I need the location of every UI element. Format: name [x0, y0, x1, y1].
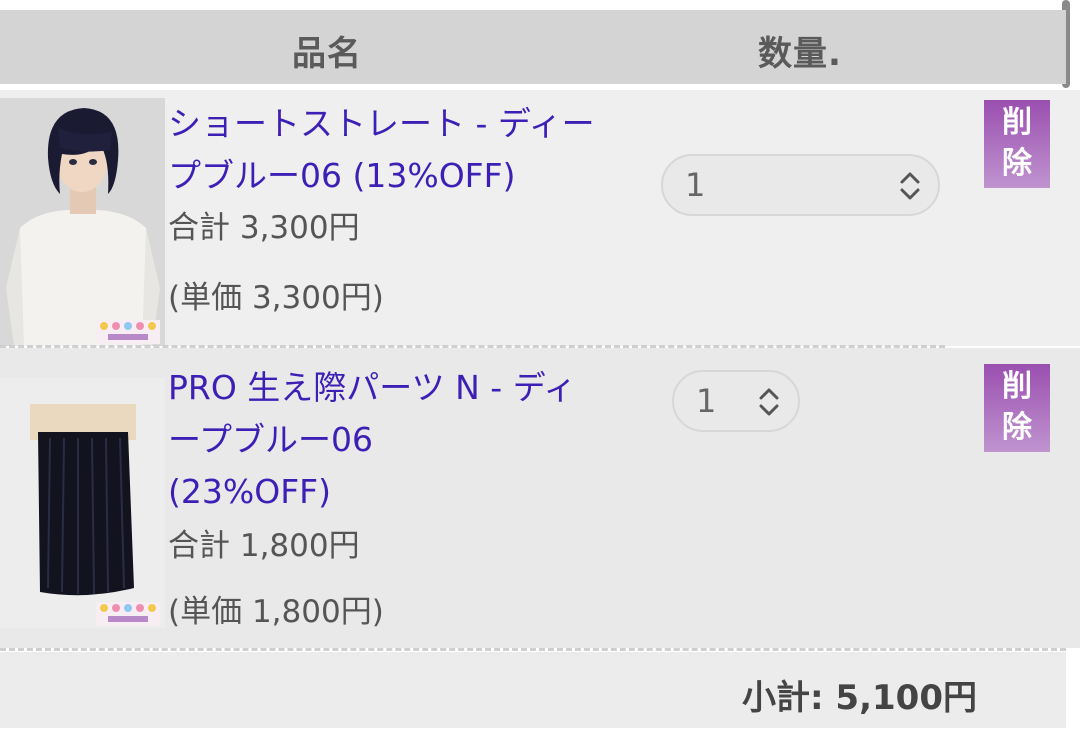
quantity-value: 1 [696, 382, 717, 420]
product-title-line: ショートストレート - ディー [168, 104, 595, 143]
header-product-name: 品名 [292, 34, 362, 74]
mannequin-wig-image [0, 98, 165, 346]
up-down-chevron-icon [897, 170, 923, 202]
up-down-chevron-icon [756, 386, 782, 418]
cart-page: 品名 数量. ショートストレート - ディー プブルー06 (13%OFF) 合… [0, 0, 1080, 740]
quantity-select[interactable]: 1 [661, 154, 940, 216]
product-title-line: PRO 生え際パーツ N - ディ [168, 368, 577, 407]
product-image-hairline-part[interactable] [0, 378, 165, 628]
product-image-short-wig[interactable] [0, 98, 165, 346]
item-total: 合計 1,800円 [168, 528, 360, 564]
quantity-value: 1 [685, 166, 706, 204]
item-total: 合計 3,300円 [168, 210, 360, 246]
product-title-link[interactable]: ショートストレート - ディー プブルー06 (13%OFF) [168, 98, 638, 202]
delete-label-char: 削 [1002, 369, 1032, 404]
product-title-line: ープブルー06 [168, 420, 374, 459]
delete-label-char: 除 [1002, 410, 1032, 445]
cart-item-row: ショートストレート - ディー プブルー06 (13%OFF) 合計 3,300… [0, 90, 1080, 346]
product-title-line: (23%OFF) [168, 472, 332, 511]
hair-piece-image [0, 378, 165, 628]
product-title-link[interactable]: PRO 生え際パーツ N - ディ ープブルー06 (23%OFF) [168, 362, 638, 518]
item-unit-price: (単価 3,300円) [168, 280, 384, 316]
product-title-line: プブルー06 (13%OFF) [168, 156, 516, 195]
subtotal-bar: 小計: 5,100円 [0, 652, 1066, 728]
row-divider [0, 648, 1066, 651]
cart-item-row: PRO 生え際パーツ N - ディ ープブルー06 (23%OFF) 合計 1,… [0, 348, 1080, 648]
header-quantity: 数量. [758, 34, 842, 74]
cart-table-header: 品名 数量. [0, 10, 1066, 84]
delete-label-char: 削 [1002, 105, 1032, 140]
delete-button[interactable]: 削 除 [984, 100, 1050, 188]
delete-label-char: 除 [1002, 146, 1032, 181]
quantity-select[interactable]: 1 [672, 370, 800, 432]
cart-subtotal: 小計: 5,100円 [742, 678, 977, 718]
item-unit-price: (単価 1,800円) [168, 594, 384, 630]
delete-button[interactable]: 削 除 [984, 364, 1050, 452]
